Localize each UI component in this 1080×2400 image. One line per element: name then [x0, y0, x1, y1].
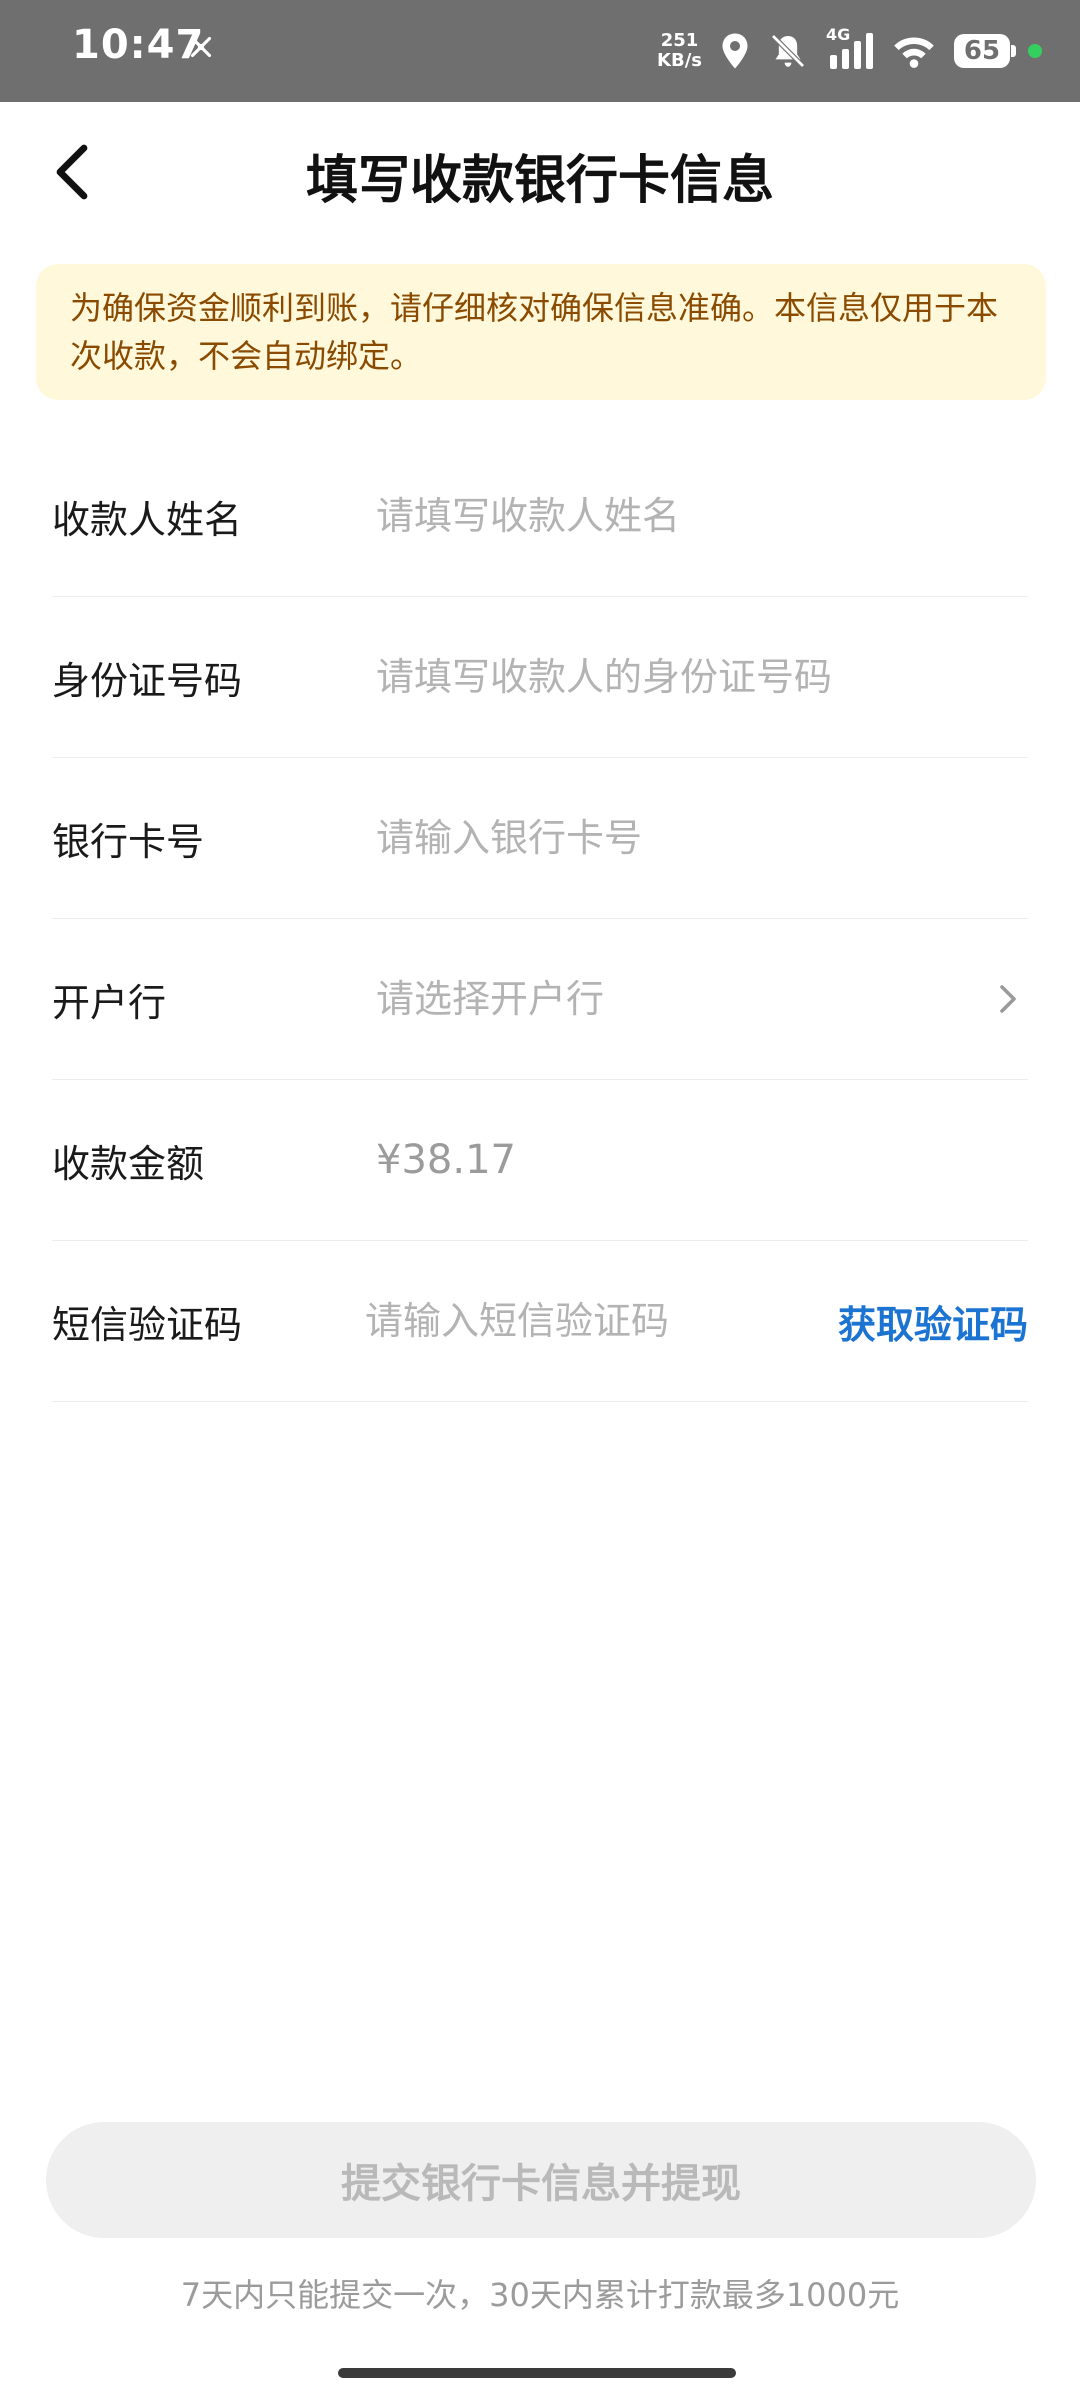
- signal-icon: [830, 33, 873, 69]
- wifi-icon: [894, 37, 934, 68]
- notice-banner: 为确保资金顺利到账，请仔细核对确保信息准确。本信息仅用于本次收款，不会自动绑定。: [36, 264, 1046, 400]
- name-label: 收款人姓名: [52, 497, 243, 542]
- id-number-input[interactable]: [376, 655, 1028, 699]
- chevron-right-icon: [1000, 985, 1016, 1013]
- header: 填写收款银行卡信息: [0, 102, 1080, 242]
- card-number-label: 银行卡号: [52, 819, 205, 864]
- form-row-card-number: 银行卡号: [52, 758, 1028, 919]
- cell-signal: 4G: [826, 25, 874, 71]
- form-row-sms: 短信验证码 获取验证码: [52, 1241, 1028, 1402]
- network-speed: 251 KB/s: [657, 30, 702, 71]
- privacy-indicator-dot: [1028, 44, 1042, 58]
- form-row-name: 收款人姓名: [52, 436, 1028, 597]
- bank-select[interactable]: [376, 977, 996, 1021]
- footnote: 7天内只能提交一次，30天内累计打款最多1000元: [180, 2276, 900, 2314]
- sms-label: 短信验证码: [52, 1302, 243, 1347]
- location-icon: [722, 33, 748, 69]
- status-bar: 10:47 251 KB/s 4G 65: [0, 0, 1080, 102]
- name-input[interactable]: [376, 494, 1028, 538]
- form-row-id-number: 身份证号码: [52, 597, 1028, 758]
- form-row-bank[interactable]: 开户行: [52, 919, 1028, 1080]
- mute-bell-icon: [771, 34, 805, 68]
- submit-button[interactable]: 提交银行卡信息并提现: [46, 2122, 1036, 2238]
- card-number-input[interactable]: [376, 816, 1028, 860]
- form-row-amount: 收款金额 ¥38.17: [52, 1080, 1028, 1241]
- home-indicator[interactable]: [338, 2368, 736, 2378]
- status-icons: 251 KB/s 4G 65: [657, 22, 1042, 80]
- page-title: 填写收款银行卡信息: [305, 151, 774, 211]
- amount-label: 收款金额: [52, 1141, 205, 1186]
- vpn-key-icon: [190, 36, 212, 58]
- bank-card-form: 收款人姓名 身份证号码 银行卡号 开户行 收款金额 ¥38.17 短信验证码 获…: [52, 436, 1028, 1402]
- battery-icon: 65: [954, 34, 1016, 68]
- bank-label: 开户行: [52, 980, 167, 1025]
- amount-value: ¥38.17: [376, 1137, 516, 1183]
- sms-code-input[interactable]: [364, 1299, 838, 1343]
- id-number-label: 身份证号码: [52, 658, 243, 703]
- get-sms-code-button[interactable]: 获取验证码: [838, 1294, 1028, 1349]
